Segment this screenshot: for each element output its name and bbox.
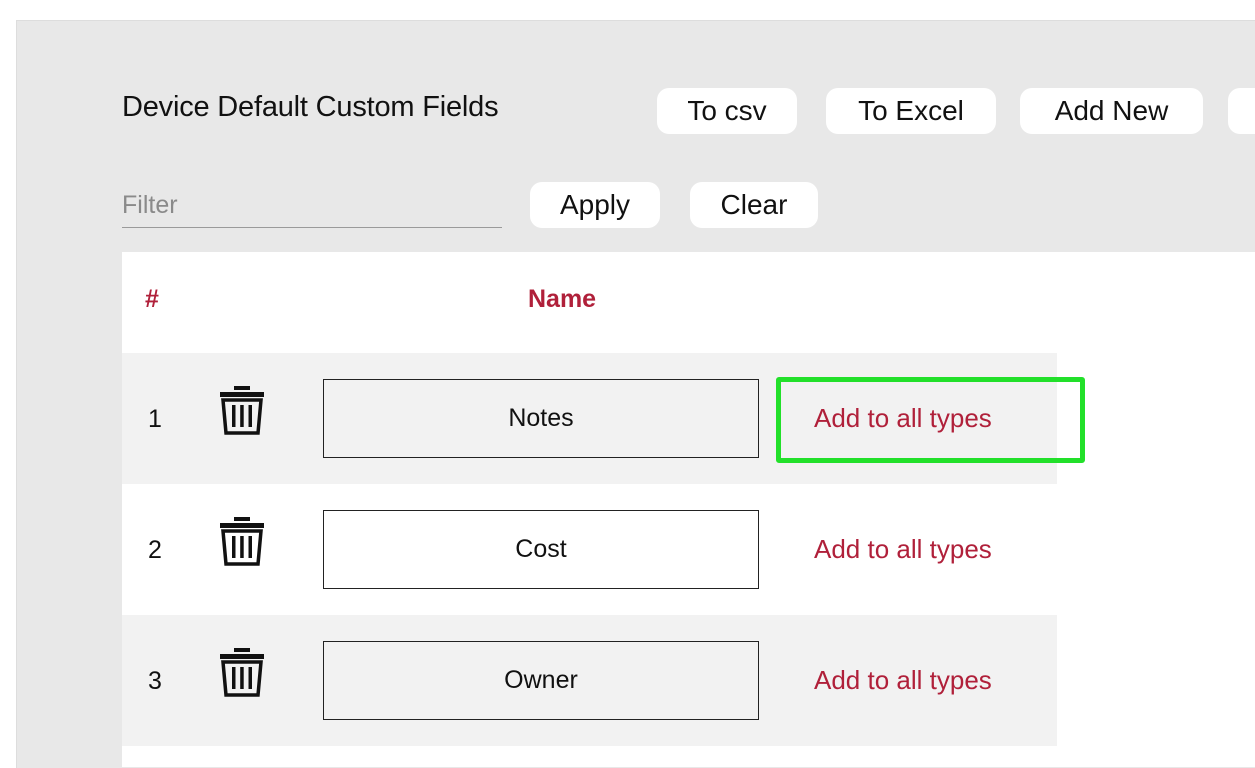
row-number: 3 xyxy=(148,667,162,695)
column-header-number: # xyxy=(145,285,159,313)
table-row: 2 Cost Add to all types xyxy=(122,484,1057,615)
field-name-input[interactable]: Cost xyxy=(323,510,759,589)
filter-input[interactable] xyxy=(122,183,502,227)
more-button-partial[interactable] xyxy=(1228,88,1255,134)
add-to-all-types-link[interactable]: Add to all types xyxy=(814,403,992,434)
trash-icon[interactable] xyxy=(218,647,266,697)
add-new-button[interactable]: Add New xyxy=(1020,88,1203,134)
clear-button[interactable]: Clear xyxy=(690,182,818,228)
table-row: 1 Notes Add to all types xyxy=(122,353,1057,484)
column-header-name[interactable]: Name xyxy=(528,285,596,314)
row-number: 2 xyxy=(148,536,162,564)
trash-icon[interactable] xyxy=(218,516,266,566)
to-excel-button[interactable]: To Excel xyxy=(826,88,996,134)
app-window: Device Default Custom Fields To csv To E… xyxy=(0,0,1255,768)
add-to-all-types-link[interactable]: Add to all types xyxy=(814,665,992,696)
page-title: Device Default Custom Fields xyxy=(122,91,499,123)
table-row: 3 Owner Add to all types xyxy=(122,615,1057,746)
trash-icon[interactable] xyxy=(218,385,266,435)
field-name-input[interactable]: Owner xyxy=(323,641,759,720)
row-number: 1 xyxy=(148,405,162,433)
to-csv-button[interactable]: To csv xyxy=(657,88,797,134)
field-name-input[interactable]: Notes xyxy=(323,379,759,458)
apply-button[interactable]: Apply xyxy=(530,182,660,228)
add-to-all-types-link[interactable]: Add to all types xyxy=(814,534,992,565)
filter-field[interactable] xyxy=(122,183,502,228)
